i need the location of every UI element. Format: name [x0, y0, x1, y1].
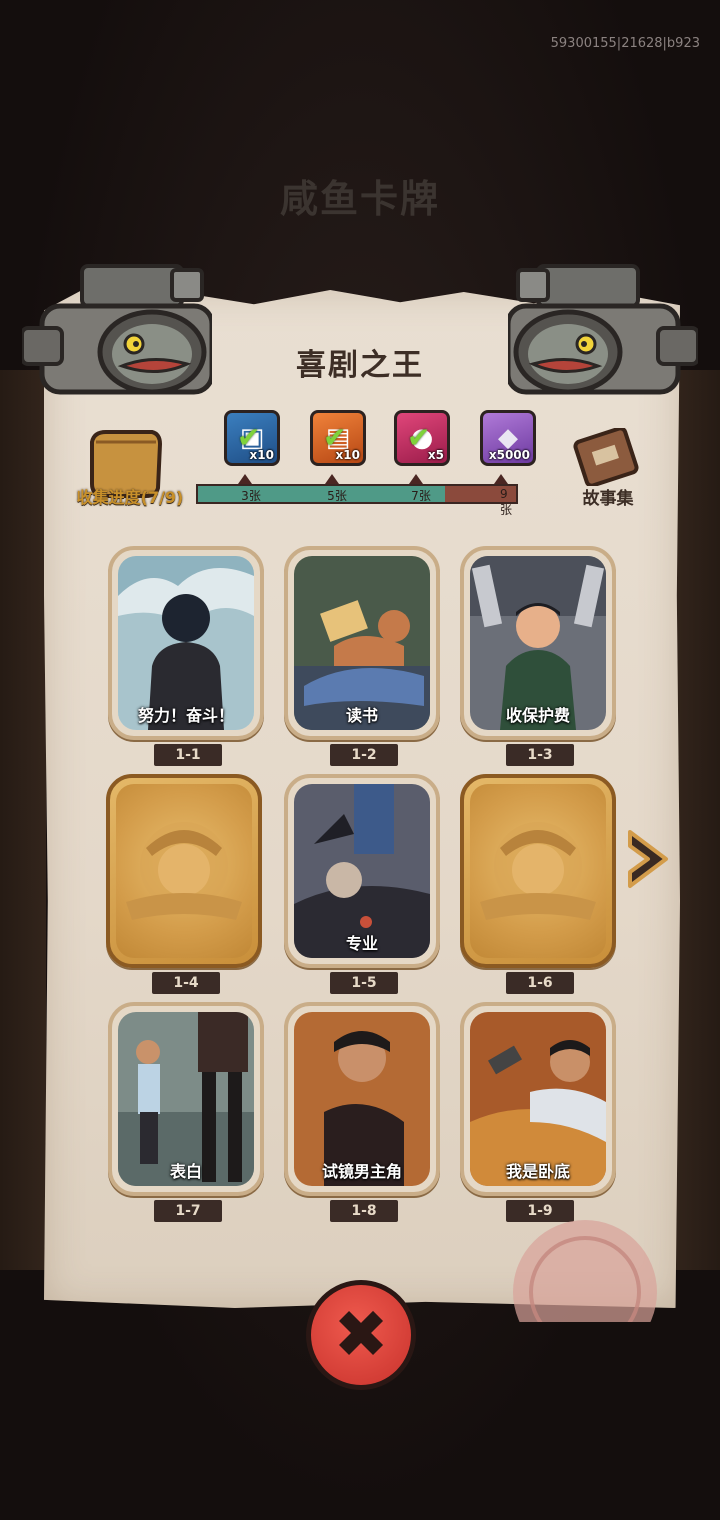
card-title: 专业 [345, 934, 378, 953]
milestone-label: 3张 [241, 489, 261, 503]
reward-chest[interactable]: ▣ ✔ x10 [224, 410, 280, 466]
reward-quantity: x10 [249, 448, 274, 462]
reward-quantity: x5000 [488, 448, 530, 462]
card-1-6[interactable]: 1-6 [460, 774, 616, 994]
card-number: 1-7 [154, 1200, 222, 1222]
card-1-8[interactable]: 试镜男主角 1-8 [284, 1002, 440, 1222]
next-page-arrow-icon[interactable] [626, 826, 670, 892]
reward-ticket[interactable]: ▤ ✔ x10 [310, 410, 366, 466]
reward-quantity: x10 [335, 448, 360, 462]
card-illustration [116, 784, 252, 958]
build-id: 59300155|21628|b923 [550, 36, 700, 51]
card-1-5[interactable]: 专业 1-5 [284, 774, 440, 994]
card-1-3[interactable]: 收保护费 1-3 [460, 546, 616, 766]
card-number: 1-6 [506, 972, 574, 994]
card-number: 1-8 [330, 1200, 398, 1222]
card-title: 收保护费 [505, 706, 570, 725]
reward-orb[interactable]: ● ✔ x5 [394, 410, 450, 466]
panel-title: 喜剧之王 [296, 348, 424, 383]
card-1-7[interactable]: 表白 1-7 [108, 1002, 264, 1222]
card-illustration [470, 784, 606, 958]
background-shelf-left [0, 370, 46, 1270]
milestone-label: 7张 [411, 489, 431, 503]
card-1-1[interactable]: 努力！奋斗！ 1-1 [108, 546, 264, 766]
reward-quantity: x5 [427, 448, 444, 462]
milestone-marker [494, 474, 508, 484]
milestone-label: 9张 [500, 487, 513, 517]
card-1-4[interactable]: 1-4 [106, 774, 262, 994]
card-title: 我是卧底 [505, 1162, 570, 1181]
card-number: 1-3 [506, 744, 574, 766]
card-number: 1-5 [330, 972, 398, 994]
card-1-2[interactable]: 读书 1-2 [284, 546, 440, 766]
king-of-comedy-stamp [513, 1220, 657, 1322]
card-number: 1-1 [154, 744, 222, 766]
story-book-icon[interactable] [572, 428, 640, 486]
background-title: 咸鱼卡牌 [279, 177, 440, 221]
milestone-label: 5张 [327, 489, 347, 503]
card-title: 读书 [345, 706, 378, 725]
collection-progress-label: 收集进度(7/9) [76, 488, 184, 507]
card-title: 试镜男主角 [321, 1162, 402, 1181]
card-number: 1-2 [330, 744, 398, 766]
milestone-marker [409, 474, 423, 484]
card-title: 努力！奋斗！ [137, 706, 234, 725]
milestone-marker [238, 474, 252, 484]
card-1-9[interactable]: 我是卧底 1-9 [460, 1002, 616, 1222]
card-number: 1-4 [152, 972, 220, 994]
card-title: 表白 [169, 1162, 202, 1181]
close-button[interactable]: ✖ [306, 1280, 416, 1390]
milestone-labels: 3张 5张 7张 9张 [196, 486, 518, 517]
reward-diamond[interactable]: ◆ x5000 [480, 410, 536, 466]
close-icon: ✖ [333, 1296, 389, 1373]
milestone-marker [325, 474, 339, 484]
background-shelf-right [674, 370, 720, 1270]
story-collection-label[interactable]: 故事集 [562, 484, 654, 509]
